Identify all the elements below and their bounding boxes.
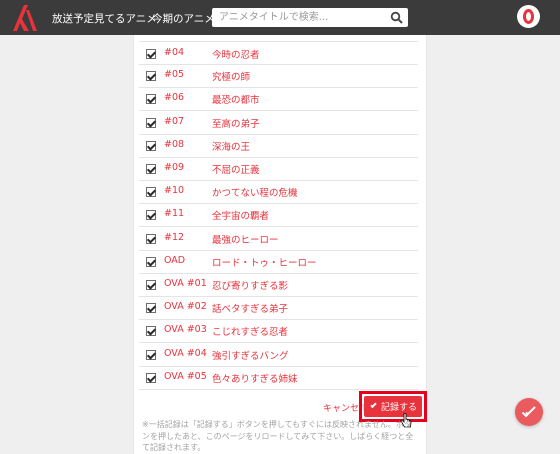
nav-watching[interactable]: 見てるアニメ: [94, 11, 157, 26]
episode-number: #11: [164, 208, 185, 220]
episode-row: #10 かつてない程の危機: [139, 180, 418, 205]
episode-number: #12: [164, 231, 185, 243]
episode-number: OVA #05: [164, 370, 207, 382]
episode-title[interactable]: かつてない程の危機: [212, 185, 298, 199]
episode-title[interactable]: 忍び寄りすぎる影: [212, 278, 288, 292]
episode-row: #04 今時の忍者: [139, 41, 418, 65]
top-navbar: 放送予定 見てるアニメ 今期のアニメ: [0, 0, 560, 35]
episode-number: OVA #01: [164, 278, 207, 289]
episode-number: #08: [164, 138, 185, 150]
episode-checkbox[interactable]: [146, 49, 156, 59]
episode-row: OVA #01 忍び寄りすぎる影: [139, 273, 418, 297]
episode-title[interactable]: 話ベタすぎる弟子: [212, 301, 288, 315]
episode-checkbox[interactable]: [146, 210, 156, 221]
episode-number: #04: [164, 47, 185, 58]
episode-title[interactable]: 全宇宙の覇者: [212, 208, 269, 222]
anime-logo-icon[interactable]: [10, 4, 40, 31]
floating-check-button[interactable]: [515, 398, 543, 426]
episode-checkbox[interactable]: [146, 164, 156, 174]
episode-row: OVA #04 強引すぎるバング: [139, 343, 418, 367]
search-input[interactable]: [212, 8, 387, 27]
episode-checkbox[interactable]: [146, 372, 156, 383]
episode-row: #12 最強のヒーロー: [139, 227, 418, 251]
bulk-record-note: ※一括記録は「記録する」ボタンを押してもすぐには反映されません。ボタンを押したあ…: [142, 420, 414, 452]
episode-title[interactable]: 色々ありすぎる姉妹: [212, 371, 298, 385]
episode-title[interactable]: ロード・トゥ・ヒーロー: [212, 255, 317, 269]
nav-current-season[interactable]: 今期のアニメ: [152, 11, 215, 26]
record-button[interactable]: 記録する: [364, 396, 422, 417]
episode-row: #08 深海の王: [139, 134, 418, 158]
user-avatar-icon[interactable]: [517, 5, 540, 28]
episode-number: OVA #02: [164, 301, 207, 313]
episode-row: #09 不屈の正義: [139, 157, 418, 181]
episode-checkbox[interactable]: [146, 256, 156, 267]
record-button-label: 記録する: [381, 403, 418, 413]
episode-checkbox[interactable]: [146, 187, 156, 198]
episode-number: OVA #04: [164, 347, 207, 359]
episode-title[interactable]: 不屈の正義: [212, 162, 260, 176]
episode-number: #09: [164, 162, 185, 173]
episode-row: #05 究極の師: [139, 64, 418, 89]
episode-row: #07 至高の弟子: [139, 111, 418, 135]
episode-checkbox[interactable]: [146, 117, 156, 128]
episode-row: OVA #02 話ベタすぎる弟子: [139, 296, 418, 321]
episode-checkbox[interactable]: [146, 94, 156, 105]
episode-title[interactable]: 至高の弟子: [212, 116, 260, 130]
episode-title[interactable]: 究極の師: [212, 69, 250, 83]
search-icon[interactable]: [390, 11, 404, 24]
episode-number: #06: [164, 92, 185, 104]
episode-checkbox[interactable]: [146, 233, 156, 244]
episode-checkbox[interactable]: [146, 349, 156, 360]
episode-row: OVA #05 色々ありすぎる姉妹: [139, 366, 418, 390]
search-box: [212, 8, 408, 27]
episode-title[interactable]: 強引すぎるバング: [212, 348, 288, 362]
episode-title[interactable]: 今時の忍者: [212, 47, 260, 61]
episode-number: #07: [164, 115, 185, 127]
episode-number: #05: [164, 69, 185, 81]
episode-title[interactable]: 深海の王: [212, 139, 250, 153]
episode-row: #06 最恐の都市: [139, 87, 418, 112]
episode-title[interactable]: 最強のヒーロー: [212, 232, 279, 246]
episode-number: OAD: [164, 254, 186, 266]
episode-title[interactable]: こじれすぎる忍者: [212, 324, 288, 338]
episode-checkbox[interactable]: [146, 140, 156, 151]
episode-row: OAD ロード・トゥ・ヒーロー: [139, 250, 418, 274]
episode-number: OVA #03: [164, 324, 207, 336]
nav-schedule[interactable]: 放送予定: [52, 11, 94, 26]
episode-row: OVA #03 こじれすぎる忍者: [139, 319, 418, 344]
episode-checkbox[interactable]: [146, 280, 156, 290]
episode-number: #10: [164, 185, 185, 197]
check-icon: [370, 401, 377, 409]
episode-checkbox[interactable]: [146, 326, 156, 337]
episode-title[interactable]: 最恐の都市: [212, 92, 260, 106]
episode-checkbox[interactable]: [146, 303, 156, 314]
episode-checkbox[interactable]: [146, 71, 156, 82]
double-check-icon: [521, 406, 536, 418]
episode-row: #11 全宇宙の覇者: [139, 203, 418, 228]
